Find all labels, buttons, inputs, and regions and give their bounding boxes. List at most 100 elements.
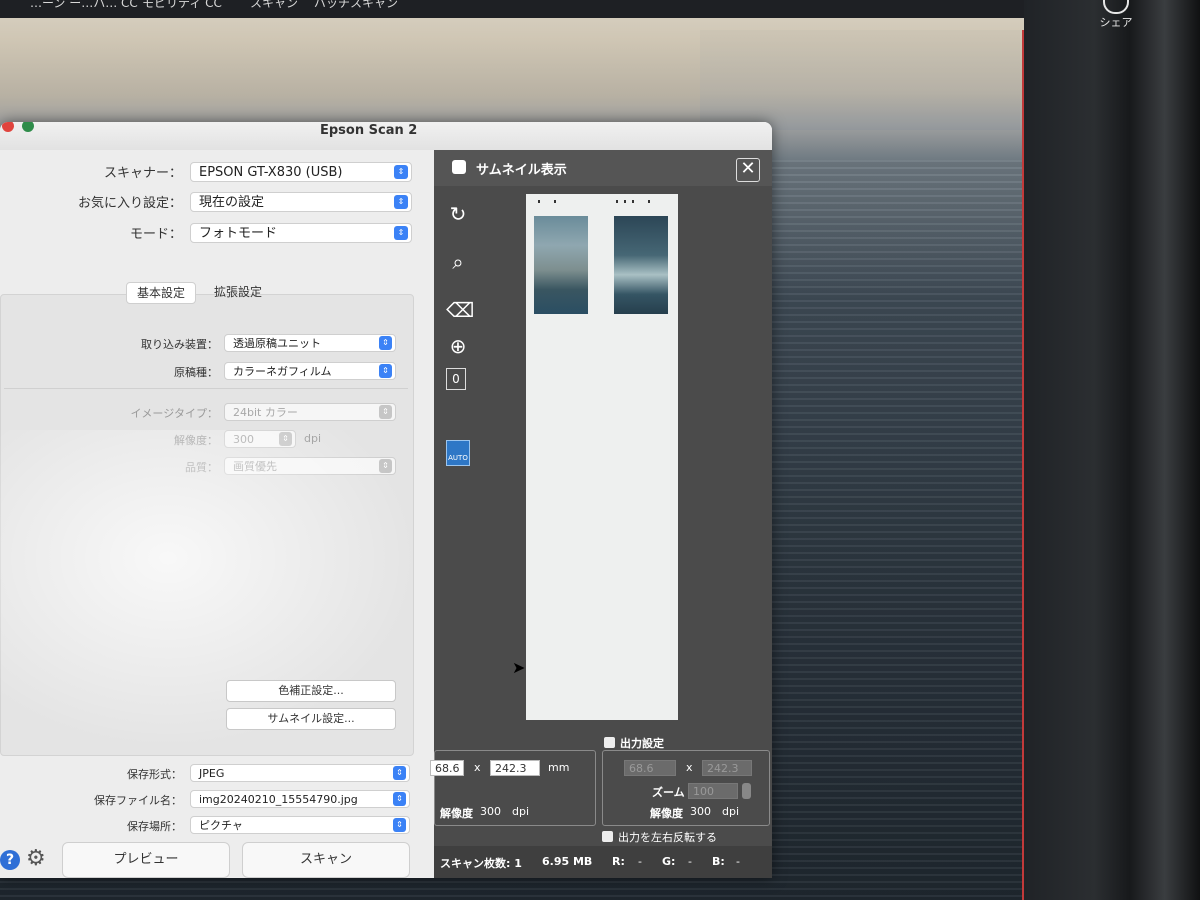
output-settings-checkbox[interactable]	[604, 737, 615, 748]
g-label: G:	[662, 855, 676, 868]
thumbnail-settings-button[interactable]: サムネイル設定...	[226, 708, 396, 730]
menu-item-scan[interactable]: スキャン	[250, 0, 298, 10]
location-label: 保存場所：	[127, 820, 182, 833]
add-marquee-icon[interactable]: ⊕	[446, 334, 470, 358]
thumbnail-title: サムネイル表示	[476, 163, 567, 178]
window-title: Epson Scan 2	[320, 123, 418, 138]
g-value: -	[688, 855, 692, 868]
menu-item-2[interactable]: モビリティ CC	[142, 0, 222, 10]
tab-advanced-settings[interactable]: 拡張設定	[204, 282, 272, 302]
erase-marquee-icon[interactable]: ⌫	[446, 298, 474, 322]
zoom-preview-icon[interactable]: ⌕	[446, 250, 470, 274]
popup-arrows-icon: ⇕	[279, 432, 292, 446]
b-value: -	[736, 855, 740, 868]
menu-item-batch-scan[interactable]: バッチスキャン	[314, 0, 398, 10]
image-type-select[interactable]: 24bit カラー ⇕	[224, 403, 396, 421]
size-unit: mm	[548, 761, 570, 774]
mode-label: モード：	[129, 227, 182, 242]
format-select[interactable]: JPEG ⇕	[190, 764, 410, 782]
filename-label: 保存ファイル名：	[94, 794, 182, 807]
r-label: R:	[612, 855, 625, 868]
share-button[interactable]: シェア	[1094, 0, 1138, 30]
zoom-window-button[interactable]	[22, 122, 34, 132]
location-value: ピクチャ	[199, 819, 243, 832]
width-field[interactable]: 68.6	[430, 760, 464, 776]
film-frame-1[interactable]	[534, 216, 588, 314]
popup-arrows-icon: ⇕	[393, 766, 406, 780]
thumbnail-header: サムネイル表示 ✕	[434, 150, 772, 186]
mirror-checkbox[interactable]	[602, 831, 613, 842]
zoom-stepper[interactable]	[742, 783, 751, 799]
popup-arrows-icon: ⇕	[379, 336, 392, 350]
settings-pane: スキャナー： EPSON GT-X830 (USB) ⇕ お気に入り設定： 現在…	[0, 150, 434, 878]
r-value: -	[638, 855, 642, 868]
source-value: 透過原稿ユニット	[233, 337, 321, 350]
file-size: 6.95 MB	[542, 855, 593, 868]
mode-select[interactable]: フォトモード ⇕	[190, 223, 412, 243]
image-type-value: 24bit カラー	[233, 406, 298, 419]
film-frame-2[interactable]	[614, 216, 668, 314]
mode-value: フォトモード	[199, 226, 278, 241]
resolution-label: 解像度：	[174, 434, 218, 447]
quality-select[interactable]: 画質優先 ⇕	[224, 457, 396, 475]
auto-exposure-icon[interactable]: AUTO	[446, 440, 470, 466]
epson-scan-window: Epson Scan 2 スキャナー： EPSON GT-X830 (USB) …	[0, 122, 772, 878]
tab-basic-settings[interactable]: 基本設定	[126, 282, 197, 304]
favorite-select[interactable]: 現在の設定 ⇕	[190, 192, 412, 212]
favorite-value: 現在の設定	[199, 195, 265, 210]
help-icon[interactable]: ?	[0, 850, 20, 870]
preview-button[interactable]: プレビュー	[62, 842, 230, 878]
thumbnail-checkbox[interactable]	[452, 160, 466, 174]
zoom-field[interactable]: 100	[688, 783, 738, 799]
rotate-icon[interactable]: ↻	[446, 202, 470, 226]
filename-value: img20240210_15554790.jpg	[199, 793, 358, 806]
color-correction-button[interactable]: 色補正設定...	[226, 680, 396, 702]
close-icon[interactable]: ✕	[736, 158, 760, 182]
format-value: JPEG	[199, 767, 225, 780]
b-label: B:	[712, 855, 725, 868]
auto-label: AUTO	[448, 454, 468, 462]
gear-icon[interactable]: ⚙	[26, 847, 46, 871]
share-icon	[1103, 0, 1129, 14]
popup-arrows-icon: ⇕	[379, 405, 392, 419]
scanner-label: スキャナー：	[103, 166, 182, 181]
popup-arrows-icon: ⇕	[394, 165, 408, 179]
status-bar: スキャン枚数: 1 6.95 MB R: - G: - B: -	[434, 846, 772, 878]
source-label: 取り込み装置：	[141, 338, 218, 351]
output-resolution-label: 解像度	[650, 807, 683, 820]
output-width-field[interactable]: 68.6	[624, 760, 676, 776]
app-menubar: …ーン ー…ハ… CC モビリティ CC スキャン バッチスキャン	[0, 0, 1024, 18]
quality-value: 画質優先	[233, 460, 277, 473]
popup-arrows-icon: ⇕	[394, 226, 408, 240]
filename-select[interactable]: img20240210_15554790.jpg ⇕	[190, 790, 410, 808]
format-label: 保存形式：	[127, 768, 182, 781]
resolution-select[interactable]: 300 ⇕	[224, 430, 296, 448]
doc-type-select[interactable]: カラーネガフィルム ⇕	[224, 362, 396, 380]
mouse-cursor: ➤	[512, 658, 526, 677]
output-settings-label: 出力設定	[620, 737, 664, 750]
location-select[interactable]: ピクチャ ⇕	[190, 816, 410, 834]
doc-type-value: カラーネガフィルム	[233, 365, 332, 378]
scan-count: スキャン枚数: 1	[440, 857, 522, 870]
doc-type-label: 原稿種：	[174, 366, 218, 379]
share-label: シェア	[1099, 16, 1133, 29]
desktop-horizon	[700, 30, 1020, 130]
output-times-sign: x	[686, 761, 693, 774]
popup-arrows-icon: ⇕	[394, 195, 408, 209]
monitor-bezel	[1024, 0, 1200, 900]
scan-button[interactable]: スキャン	[242, 842, 410, 878]
panel-resolution-value: 300	[480, 805, 501, 818]
menu-item-1[interactable]: …ーン ー…ハ… CC	[30, 0, 138, 10]
times-sign: x	[474, 761, 481, 774]
zoom-label: ズーム	[652, 786, 685, 799]
mirror-label: 出力を左右反転する	[618, 831, 717, 844]
scanner-select[interactable]: EPSON GT-X830 (USB) ⇕	[190, 162, 412, 182]
output-height-field[interactable]: 242.3	[702, 760, 752, 776]
marquee-count-icon[interactable]: 0	[446, 368, 466, 390]
panel-resolution-unit: dpi	[512, 805, 530, 818]
source-select[interactable]: 透過原稿ユニット ⇕	[224, 334, 396, 352]
output-resolution-unit: dpi	[722, 805, 740, 818]
panel-resolution-label: 解像度	[440, 807, 473, 820]
height-field[interactable]: 242.3	[490, 760, 540, 776]
close-window-button[interactable]	[2, 122, 14, 132]
